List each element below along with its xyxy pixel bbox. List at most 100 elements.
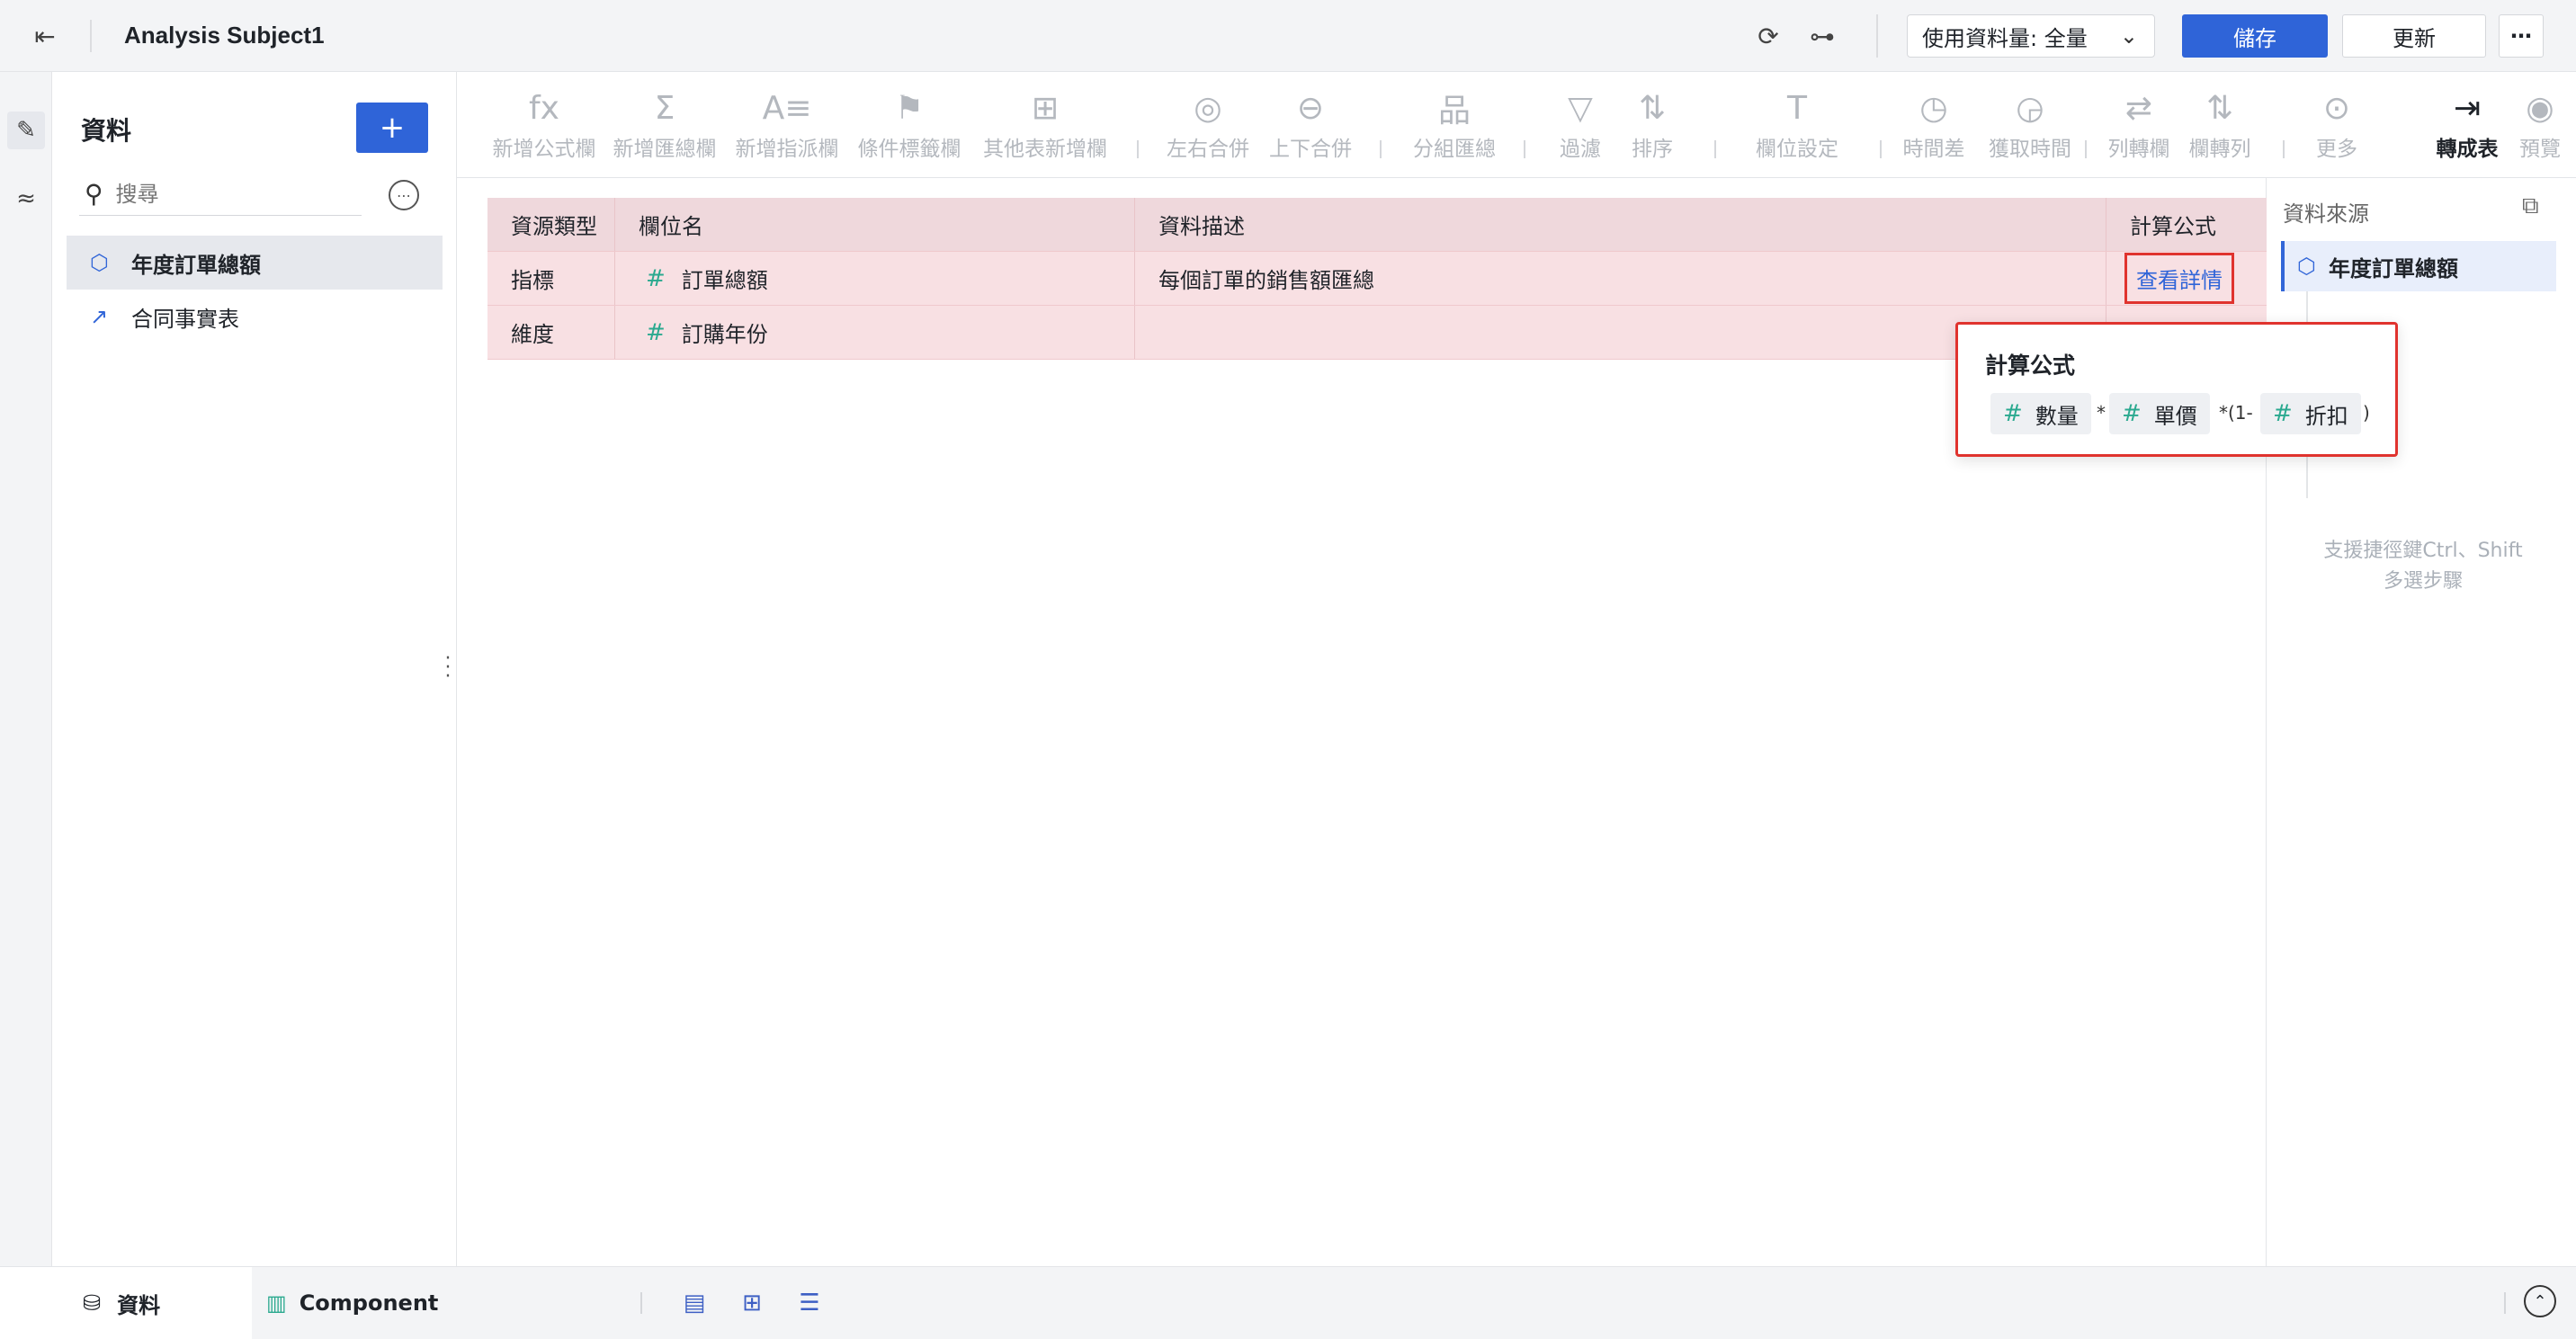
add-table-component-icon[interactable]: ⊞ — [734, 1285, 770, 1321]
add-data-button[interactable]: + — [356, 103, 428, 153]
text-settings-icon: T — [1787, 89, 1807, 127]
transform-icon[interactable]: ≈ — [7, 180, 45, 218]
tool-to-table[interactable]: ⇥ 轉成表 — [2427, 85, 2508, 171]
table-add-icon: ⊞ — [1031, 89, 1060, 127]
formula-operator: ) — [2363, 402, 2370, 424]
tool-get-time[interactable]: ◶ 獲取時間 — [1981, 85, 2080, 171]
database-icon: ⛁ — [83, 1290, 102, 1316]
formula-field-chip: # 數量 — [1990, 393, 2091, 434]
search-input[interactable] — [113, 180, 330, 208]
view-details-link[interactable]: 查看詳情 — [2124, 253, 2234, 304]
left-rail: ✎ ≈ — [0, 72, 52, 1266]
resource-type-cell: 維度 — [487, 306, 615, 359]
stack-merge-icon: ⊖ — [1296, 89, 1325, 127]
tree-item-label: 年度訂單總額 — [131, 252, 261, 278]
chevron-up-icon[interactable]: ⌃ — [2524, 1285, 2556, 1317]
more-circle-icon: ⊙ — [2322, 89, 2351, 127]
divider — [1524, 140, 1525, 158]
toolbar: fx 新增公式欄 Σ 新增匯總欄 A≡ 新增指派欄 ⚑ 條件標籤欄 ⊞ 其他表新… — [457, 72, 2576, 178]
clock-icon: ◷ — [1919, 89, 1948, 127]
tool-time-diff[interactable]: ◷ 時間差 — [1889, 85, 1979, 171]
more-button[interactable]: ⋯ — [2499, 14, 2544, 58]
formula-operator: * — [2097, 402, 2106, 424]
divider — [1137, 140, 1139, 158]
layout-icon[interactable]: ⧉ — [2522, 192, 2539, 220]
tool-add-formula[interactable]: fx 新增公式欄 — [486, 85, 603, 171]
tool-add-assign[interactable]: A≡ 新增指派欄 — [729, 85, 845, 171]
lineage-icon[interactable]: ⊶ — [1806, 20, 1838, 52]
formula-field-chip: # 單價 — [2109, 393, 2210, 434]
divider — [1380, 140, 1382, 158]
tool-more[interactable]: ⊙ 更多 — [2301, 85, 2373, 171]
more-options-icon[interactable]: ⋯ — [389, 180, 419, 210]
resource-type-cell: 指標 — [487, 252, 615, 305]
divider — [640, 1292, 642, 1314]
chart-icon: ↗ — [90, 304, 109, 329]
divider — [1876, 14, 1878, 58]
tab-component[interactable]: ▥ Component — [266, 1267, 438, 1339]
formula-icon: fx — [529, 89, 559, 127]
panel-title: 資料來源 — [2283, 201, 2369, 227]
sync-icon[interactable]: ⟳ — [1752, 20, 1784, 52]
tool-field-settings[interactable]: T 欄位設定 — [1734, 85, 1860, 171]
tool-condition-label[interactable]: ⚑ 條件標籤欄 — [851, 85, 968, 171]
flag-icon: ⚑ — [894, 89, 925, 127]
table-row[interactable]: 指標 # 訂單總額 每個訂單的銷售額匯總 查看詳情 — [487, 252, 2267, 306]
formula-cell: 查看詳情 — [2106, 252, 2267, 305]
data-usage-label: 使用資料量: 全量 — [1922, 25, 2088, 51]
tab-data[interactable]: ⛁ 資料 — [0, 1267, 252, 1339]
search-icon: ⚲ — [85, 179, 103, 209]
clock-arrow-icon: ◶ — [2016, 89, 2044, 127]
tool-preview[interactable]: ◉ 預覽 — [2513, 85, 2567, 171]
refresh-button[interactable]: 更新 — [2342, 14, 2486, 58]
field-name-cell: # 訂單總額 — [615, 252, 1135, 305]
tool-merge-vertical[interactable]: ⊖ 上下合併 — [1261, 85, 1360, 171]
tool-filter[interactable]: ▽ 過濾 — [1549, 85, 1612, 171]
row-to-col-icon: ⇄ — [2124, 89, 2153, 127]
edit-data-icon[interactable]: ✎ — [7, 112, 45, 149]
source-step-item[interactable]: ⬡ 年度訂單總額 — [2281, 241, 2556, 291]
divider — [1880, 140, 1882, 158]
venn-icon: ◎ — [1194, 89, 1222, 127]
tool-row-to-col[interactable]: ⇄ 列轉欄 — [2103, 85, 2175, 171]
number-field-icon: # — [646, 318, 666, 346]
formula-popover: 計算公式 # 數量 * # 單價 *(1- # 折扣 ) — [1955, 322, 2398, 457]
save-button[interactable]: 儲存 — [2182, 14, 2328, 58]
tool-other-table-add[interactable]: ⊞ 其他表新增欄 — [973, 85, 1117, 171]
panel-splitter[interactable]: · · · — [444, 649, 452, 687]
tree-item-annual-order-total[interactable]: ⬡ 年度訂單總額 — [67, 236, 443, 290]
col-to-row-icon: ⇅ — [2205, 89, 2234, 127]
bar-chart-icon: ▥ — [266, 1290, 287, 1316]
tool-group-summary[interactable]: 品 分組匯總 — [1405, 85, 1504, 171]
column-header: 資源類型 — [487, 198, 615, 251]
divider — [2085, 140, 2087, 158]
tool-merge-horizontal[interactable]: ◎ 左右合併 — [1158, 85, 1257, 171]
divider — [2504, 1292, 2506, 1314]
formula-field-chip: # 折扣 — [2260, 393, 2361, 434]
panel-title: 資料 — [81, 116, 132, 146]
data-usage-select[interactable]: 使用資料量: 全量 ⌄ — [1907, 14, 2155, 58]
hierarchy-icon: 品 — [1437, 93, 1471, 129]
column-header: 資料描述 — [1135, 198, 2106, 251]
tree-item-label: 合同事實表 — [131, 306, 239, 332]
divider — [1714, 140, 1716, 158]
exit-icon[interactable]: ⇤ — [27, 18, 63, 54]
formula-operator: *(1- — [2219, 402, 2253, 424]
page-title: Analysis Subject1 — [124, 22, 325, 49]
tree-item-contract-fact[interactable]: ↗ 合同事實表 — [67, 290, 443, 344]
tool-add-summary[interactable]: Σ 新增匯總欄 — [606, 85, 723, 171]
add-chart-component-icon[interactable]: ▤ — [676, 1285, 712, 1321]
sigma-icon: Σ — [654, 89, 675, 127]
number-field-icon: # — [2122, 400, 2142, 427]
top-bar: ⇤ Analysis Subject1 ⟳ ⊶ 使用資料量: 全量 ⌄ 儲存 更… — [0, 0, 2576, 72]
add-list-component-icon[interactable]: ☰ — [792, 1285, 827, 1321]
tool-col-to-row[interactable]: ⇅ 欄轉列 — [2184, 85, 2256, 171]
sort-icon: ⇅ — [1638, 89, 1667, 127]
divider — [90, 20, 92, 52]
eye-icon: ◉ — [2526, 89, 2554, 127]
popover-title: 計算公式 — [1985, 353, 2076, 379]
divider — [2283, 140, 2285, 158]
export-icon: ⇥ — [2453, 89, 2482, 127]
column-header: 欄位名 — [615, 198, 1135, 251]
tool-sort[interactable]: ⇅ 排序 — [1621, 85, 1684, 171]
